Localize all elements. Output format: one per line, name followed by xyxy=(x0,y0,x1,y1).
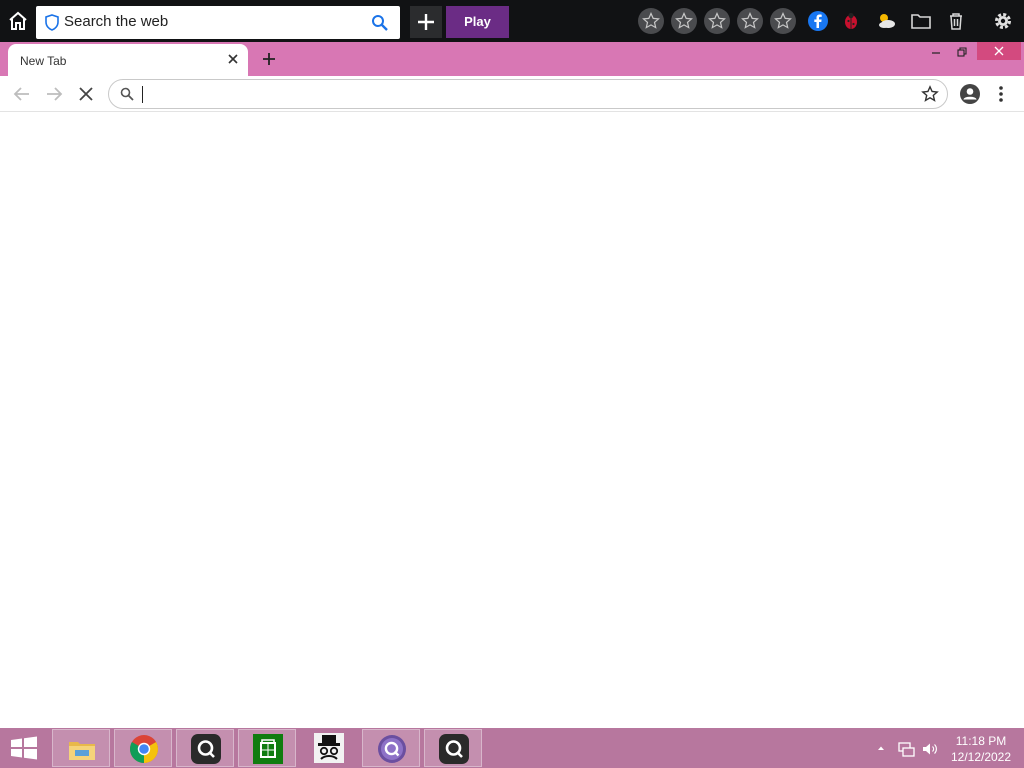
q-app-icon xyxy=(378,735,406,763)
star-icon xyxy=(741,12,759,29)
plus-icon xyxy=(263,53,275,65)
search-icon[interactable] xyxy=(371,14,388,31)
favorite-slot-5[interactable] xyxy=(770,8,796,34)
account-icon xyxy=(960,84,980,104)
gear-icon[interactable] xyxy=(992,10,1014,32)
arrow-left-icon xyxy=(13,87,29,101)
network-icon[interactable] xyxy=(897,740,915,758)
q-app-icon xyxy=(439,734,469,764)
star-icon xyxy=(921,85,939,102)
trash-icon[interactable] xyxy=(945,10,967,32)
minimize-button[interactable] xyxy=(928,44,944,60)
weather-icon[interactable] xyxy=(875,10,897,32)
window-close-button[interactable] xyxy=(977,42,1021,60)
taskbar-file-explorer[interactable] xyxy=(52,729,110,767)
more-vertical-icon xyxy=(999,86,1003,102)
page-content xyxy=(0,113,1024,728)
text-cursor xyxy=(142,86,143,103)
new-tab-button[interactable] xyxy=(258,48,280,70)
taskbar-app-q-dark-2[interactable] xyxy=(424,729,482,767)
forward-button[interactable] xyxy=(43,83,65,105)
close-icon xyxy=(994,46,1004,56)
close-icon xyxy=(79,87,93,101)
folder-icon[interactable] xyxy=(910,10,932,32)
taskbar-chrome[interactable] xyxy=(114,729,172,767)
add-button[interactable] xyxy=(410,6,442,38)
favorite-slot-4[interactable] xyxy=(737,8,763,34)
taskbar-tophat-app[interactable] xyxy=(300,729,358,767)
address-bar[interactable] xyxy=(108,79,948,109)
clock-date[interactable]: 12/12/2022 xyxy=(948,750,1014,764)
q-app-icon xyxy=(191,734,221,764)
address-input[interactable] xyxy=(141,84,901,104)
favorite-slot-1[interactable] xyxy=(638,8,664,34)
play-button[interactable]: Play xyxy=(446,6,509,38)
clock-time[interactable]: 11:18 PM xyxy=(952,734,1010,748)
menu-button[interactable] xyxy=(994,83,1008,105)
taskbar-app-q-dark[interactable] xyxy=(176,729,234,767)
shield-icon xyxy=(45,14,59,31)
profile-button[interactable] xyxy=(959,83,981,105)
tophat-icon xyxy=(314,733,344,763)
ladybug-icon[interactable] xyxy=(840,10,862,32)
back-button[interactable] xyxy=(11,83,33,105)
minimize-icon xyxy=(932,52,940,54)
star-icon xyxy=(642,12,660,29)
star-icon xyxy=(708,12,726,29)
tab-new-tab[interactable]: New Tab xyxy=(8,44,248,76)
facebook-icon[interactable] xyxy=(807,10,829,32)
store-icon xyxy=(253,734,283,764)
chevron-up-icon xyxy=(878,746,884,750)
start-button[interactable] xyxy=(8,733,40,763)
windows-icon xyxy=(11,736,37,760)
stop-loading-button[interactable] xyxy=(75,83,97,105)
taskbar-app-q-purple[interactable] xyxy=(362,729,420,767)
taskbar-microsoft-store[interactable] xyxy=(238,729,296,767)
toolbar-search-box[interactable]: Search the web xyxy=(36,6,400,39)
arrow-right-icon xyxy=(47,87,63,101)
bookmark-star-button[interactable] xyxy=(921,85,939,103)
star-icon xyxy=(774,12,792,29)
restore-button[interactable] xyxy=(954,44,970,60)
show-hidden-icons-button[interactable] xyxy=(874,741,888,755)
plus-icon xyxy=(418,14,434,30)
toolbar-search-label: Search the web xyxy=(64,13,169,30)
star-icon xyxy=(675,12,693,29)
tab-title: New Tab xyxy=(20,54,67,68)
search-icon xyxy=(119,86,135,102)
volume-icon[interactable] xyxy=(921,740,939,758)
folder-icon xyxy=(69,742,95,760)
favorite-slot-2[interactable] xyxy=(671,8,697,34)
home-icon[interactable] xyxy=(6,9,30,33)
chrome-icon xyxy=(130,735,158,763)
close-icon[interactable] xyxy=(226,52,240,66)
restore-icon xyxy=(957,47,967,57)
favorite-slot-3[interactable] xyxy=(704,8,730,34)
